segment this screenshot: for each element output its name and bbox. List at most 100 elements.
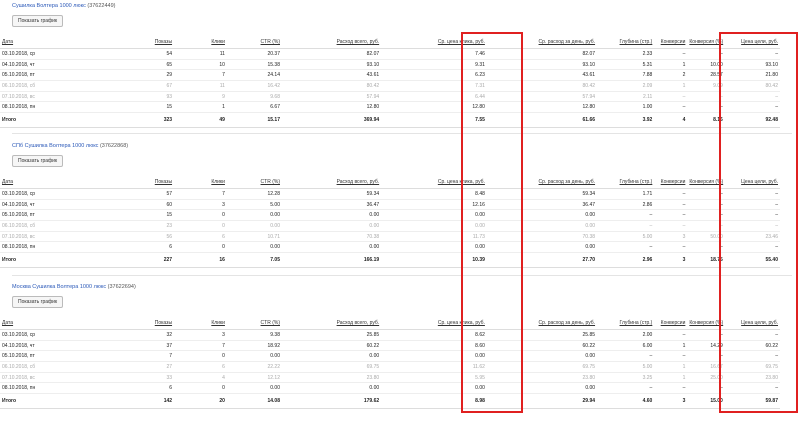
total-conv: 3 (654, 393, 688, 410)
column-header[interactable]: Конверсии (654, 36, 688, 49)
table-row: 07.10.2018, вс 33 4 12.12 23.80 5.95 23.80 3.25… (0, 372, 780, 384)
highlight-box-conversion (719, 32, 798, 413)
cell-cost: 70.38 (282, 231, 382, 243)
cell-depth: 2.11 (597, 91, 655, 103)
cell-date: 04.10.2018, чт (0, 199, 89, 211)
cell-cost: 80.42 (282, 80, 382, 92)
cell-shows: 37 (88, 340, 175, 352)
column-header[interactable]: Глубина (стр.) (597, 36, 655, 49)
column-header[interactable]: Глубина (стр.) (597, 317, 655, 330)
cell-shows: 56 (88, 231, 175, 243)
show-chart-button[interactable]: Показать график (12, 296, 64, 308)
campaign-name[interactable]: Москва Сушилка Волтера 1000 люкс (12, 284, 106, 290)
total-depth: 3.92 (597, 112, 655, 129)
cell-depth: 5.31 (597, 59, 655, 71)
column-header[interactable]: Глубина (стр.) (597, 176, 655, 189)
cell-depth: 2.86 (597, 199, 655, 211)
cell-ctr: 18.92 (226, 340, 282, 352)
cell-clicks: 10 (174, 59, 227, 71)
campaign-block: Сушилка Волтера 1000 люкс (37622449) Пок… (12, 3, 792, 27)
cell-cost: 59.34 (282, 188, 382, 200)
campaign-title[interactable]: Сушилка Волтера 1000 люкс (37622449) (12, 3, 792, 9)
show-chart-button[interactable]: Показать график (12, 15, 64, 27)
total-clicks: 16 (174, 252, 227, 269)
total-shows: 323 (88, 112, 175, 129)
cell-date: 04.10.2018, чт (0, 340, 89, 352)
cell-shows: 32 (88, 329, 175, 341)
cell-clicks: 11 (174, 48, 227, 60)
total-shows: 227 (88, 252, 175, 269)
cell-ctr: 0.00 (226, 220, 282, 232)
total-label: Итого (0, 112, 89, 129)
column-header[interactable]: Расход всего, руб. (282, 176, 382, 189)
cell-shows: 6 (88, 241, 175, 254)
stats-table: Дата Показы Клики CTR (%) Расход всего, руб.… (0, 176, 780, 269)
cell-clicks: 0 (174, 209, 227, 222)
column-header[interactable]: Показы (88, 176, 175, 189)
column-header[interactable]: Клики (174, 317, 227, 330)
column-header[interactable]: Расход всего, руб. (282, 317, 382, 330)
stats-table: Дата Показы Клики CTR (%) Расход всего, руб.… (0, 36, 780, 129)
cell-conv: 2 (654, 69, 688, 82)
total-row: Итого 323 49 15.17 369.94 7.55 61.66 3.92 4 8.16 9… (0, 112, 780, 129)
total-label: Итого (0, 252, 89, 269)
table-row: 04.10.2018, чт 65 10 15.38 93.10 9.31 93.10 5.3… (0, 59, 780, 71)
cell-cost: 60.22 (282, 340, 382, 352)
cell-cost: 0.00 (282, 350, 382, 363)
cell-depth: – (597, 382, 655, 395)
campaign-title[interactable]: Москва Сушилка Волтера 1000 люкс (376226… (12, 284, 792, 290)
cell-cost: 93.10 (282, 59, 382, 71)
cell-conv: – (654, 91, 688, 103)
column-header[interactable]: Дата (0, 176, 89, 189)
campaign-name[interactable]: СПб Сушилка Волтера 1000 люкс (12, 143, 98, 149)
total-conv: 4 (654, 112, 688, 129)
cell-depth: 6.00 (597, 340, 655, 352)
column-header[interactable]: Конверсии (654, 176, 688, 189)
cell-ctr: 0.00 (226, 382, 282, 395)
total-depth: 4.60 (597, 393, 655, 410)
cell-ctr: 10.71 (226, 231, 282, 243)
column-header[interactable]: CTR (%) (226, 36, 282, 49)
cell-date: 08.10.2018, пн (0, 241, 89, 254)
cell-conv: 1 (654, 80, 688, 92)
column-header[interactable]: Показы (88, 317, 175, 330)
cell-cost: 25.85 (282, 329, 382, 341)
cell-conv: – (654, 350, 688, 363)
show-chart-button[interactable]: Показать график (12, 155, 64, 167)
cell-ctr: 9.38 (226, 329, 282, 341)
column-header[interactable]: Клики (174, 176, 227, 189)
cell-clicks: 0 (174, 382, 227, 395)
table-row: 06.10.2018, сб 67 11 16.42 80.42 7.31 80.42 2.0… (0, 80, 780, 92)
column-header[interactable]: Расход всего, руб. (282, 36, 382, 49)
table-row: 04.10.2018, чт 37 7 18.92 60.22 8.60 60.22 6.00… (0, 340, 780, 352)
cell-ctr: 20.37 (226, 48, 282, 60)
column-header[interactable]: Дата (0, 36, 89, 49)
cell-depth: 7.88 (597, 69, 655, 82)
cell-cost: 23.80 (282, 372, 382, 384)
total-label: Итого (0, 393, 89, 410)
cell-date: 06.10.2018, сб (0, 80, 89, 92)
cell-date: 07.10.2018, вс (0, 91, 89, 103)
column-header[interactable]: Клики (174, 36, 227, 49)
column-header[interactable]: CTR (%) (226, 176, 282, 189)
table-row: 04.10.2018, чт 60 3 5.00 36.47 12.16 36.47 2.86… (0, 199, 780, 211)
cell-shows: 15 (88, 209, 175, 222)
column-header[interactable]: Конверсии (654, 317, 688, 330)
total-ctr: 14.08 (226, 393, 282, 410)
campaign-name[interactable]: Сушилка Волтера 1000 люкс (12, 3, 86, 9)
total-depth: 2.96 (597, 252, 655, 269)
table-row: 06.10.2018, сб 27 6 22.22 69.75 11.62 69.75 5.0… (0, 361, 780, 373)
campaign-id: (37622694) (107, 284, 136, 290)
cell-cost: 43.61 (282, 69, 382, 82)
campaign-title[interactable]: СПб Сушилка Волтера 1000 люкс (37622868) (12, 143, 792, 149)
cell-clicks: 6 (174, 361, 227, 373)
cell-clicks: 3 (174, 329, 227, 341)
cell-cost: 0.00 (282, 241, 382, 254)
column-header[interactable]: Дата (0, 317, 89, 330)
cell-shows: 60 (88, 199, 175, 211)
column-header[interactable]: CTR (%) (226, 317, 282, 330)
cell-cost: 36.47 (282, 199, 382, 211)
column-header[interactable]: Показы (88, 36, 175, 49)
cell-clicks: 3 (174, 199, 227, 211)
cell-ctr: 9.68 (226, 91, 282, 103)
